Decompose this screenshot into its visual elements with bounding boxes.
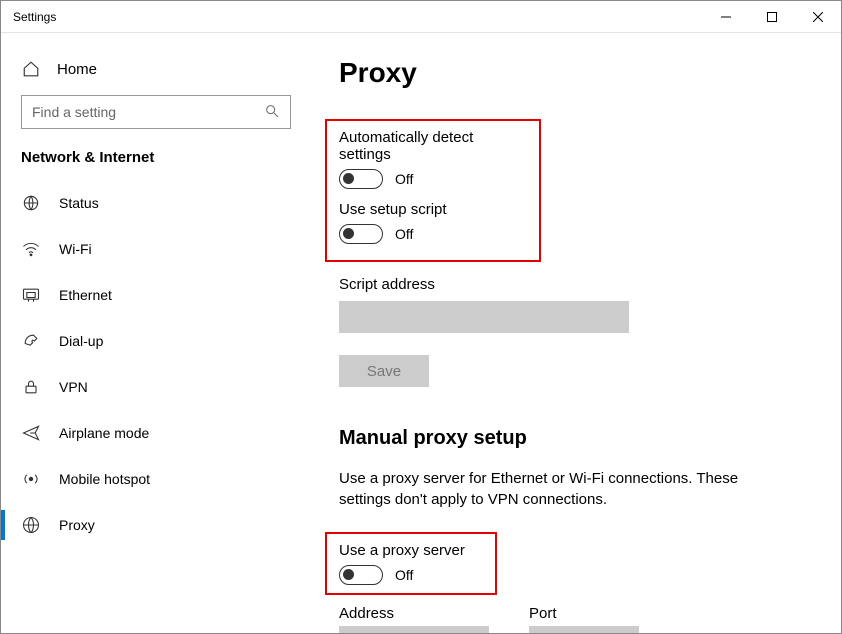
use-proxy-label: Use a proxy server <box>339 542 483 559</box>
setup-script-state: Off <box>395 226 413 242</box>
window-title: Settings <box>13 10 56 24</box>
sidebar-item-label: Mobile hotspot <box>59 471 150 487</box>
sidebar-item-airplane[interactable]: Airplane mode <box>1 410 311 456</box>
home-icon <box>21 59 41 79</box>
manual-description: Use a proxy server for Ethernet or Wi-Fi… <box>339 468 759 510</box>
status-icon <box>21 193 41 213</box>
script-address-label: Script address <box>339 276 813 293</box>
manual-heading: Manual proxy setup <box>339 427 813 450</box>
sidebar-section-title: Network & Internet <box>1 149 311 180</box>
sidebar-item-hotspot[interactable]: Mobile hotspot <box>1 456 311 502</box>
auto-detect-state: Off <box>395 171 413 187</box>
save-button: Save <box>339 355 429 387</box>
sidebar-item-label: Ethernet <box>59 287 112 303</box>
highlight-box-proxy: Use a proxy server Off <box>325 532 497 595</box>
sidebar: Home Find a setting Network & Internet S… <box>1 33 311 633</box>
vpn-icon <box>21 377 41 397</box>
search-placeholder: Find a setting <box>32 104 116 120</box>
sidebar-item-status[interactable]: Status <box>1 180 311 226</box>
sidebar-item-proxy[interactable]: Proxy <box>1 502 311 548</box>
sidebar-item-label: VPN <box>59 379 88 395</box>
titlebar: Settings <box>1 1 841 33</box>
sidebar-item-label: Proxy <box>59 517 95 533</box>
dialup-icon <box>21 331 41 351</box>
sidebar-item-ethernet[interactable]: Ethernet <box>1 272 311 318</box>
hotspot-icon <box>21 469 41 489</box>
setup-script-label: Use setup script <box>339 201 527 218</box>
script-address-input <box>339 301 629 333</box>
highlight-box-auto: Automatically detect settings Off Use se… <box>325 119 541 262</box>
search-input[interactable]: Find a setting <box>21 95 291 129</box>
port-input <box>529 626 639 633</box>
minimize-button[interactable] <box>703 1 749 33</box>
sidebar-item-vpn[interactable]: VPN <box>1 364 311 410</box>
content-area: Proxy Automatically detect settings Off … <box>311 33 841 633</box>
ethernet-icon <box>21 285 41 305</box>
close-button[interactable] <box>795 1 841 33</box>
wifi-icon <box>21 239 41 259</box>
sidebar-item-label: Dial-up <box>59 333 103 349</box>
page-title: Proxy <box>339 57 813 89</box>
sidebar-item-dialup[interactable]: Dial-up <box>1 318 311 364</box>
home-label: Home <box>57 61 97 78</box>
search-icon <box>264 103 280 122</box>
proxy-icon <box>21 515 41 535</box>
home-nav[interactable]: Home <box>1 51 311 95</box>
auto-detect-label: Automatically detect settings <box>339 129 527 163</box>
sidebar-item-label: Status <box>59 195 99 211</box>
maximize-button[interactable] <box>749 1 795 33</box>
settings-window: Settings Home Find a setting <box>0 0 842 634</box>
airplane-icon <box>21 423 41 443</box>
sidebar-item-label: Airplane mode <box>59 425 149 441</box>
sidebar-item-label: Wi-Fi <box>59 241 92 257</box>
use-proxy-toggle[interactable] <box>339 565 383 585</box>
address-label: Address <box>339 605 489 622</box>
window-controls <box>703 1 841 33</box>
sidebar-item-wifi[interactable]: Wi-Fi <box>1 226 311 272</box>
address-input <box>339 626 489 633</box>
auto-detect-toggle[interactable] <box>339 169 383 189</box>
port-label: Port <box>529 605 639 622</box>
use-proxy-state: Off <box>395 567 413 583</box>
setup-script-toggle[interactable] <box>339 224 383 244</box>
